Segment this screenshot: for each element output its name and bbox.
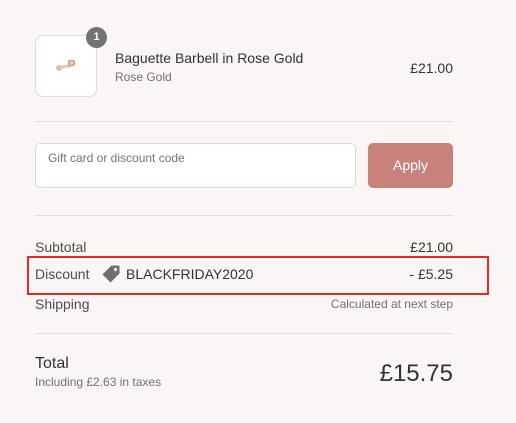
product-name: Baguette Barbell in Rose Gold (115, 50, 304, 66)
apply-button[interactable]: Apply (368, 143, 453, 188)
total-label: Total (35, 355, 69, 372)
subtotal-label: Subtotal (35, 239, 87, 255)
total-amount: £15.75 (379, 360, 453, 387)
taxes-note: Including £2.63 in taxes (35, 375, 162, 389)
divider (35, 333, 453, 334)
divider (35, 215, 453, 216)
product-price: £21.00 (410, 60, 453, 76)
subtotal-value: £21.00 (410, 239, 453, 255)
shipping-value: Calculated at next step (330, 297, 453, 311)
quantity-badge: 1 (86, 27, 107, 48)
divider (35, 121, 453, 122)
shipping-label: Shipping (35, 296, 90, 312)
discount-code-input[interactable]: Gift card or discount code (35, 143, 356, 188)
barbell-earring-icon (56, 60, 75, 71)
discount-code-placeholder: Gift card or discount code (48, 151, 185, 165)
product-variant: Rose Gold (115, 70, 172, 84)
discount-highlight-box (27, 256, 489, 295)
